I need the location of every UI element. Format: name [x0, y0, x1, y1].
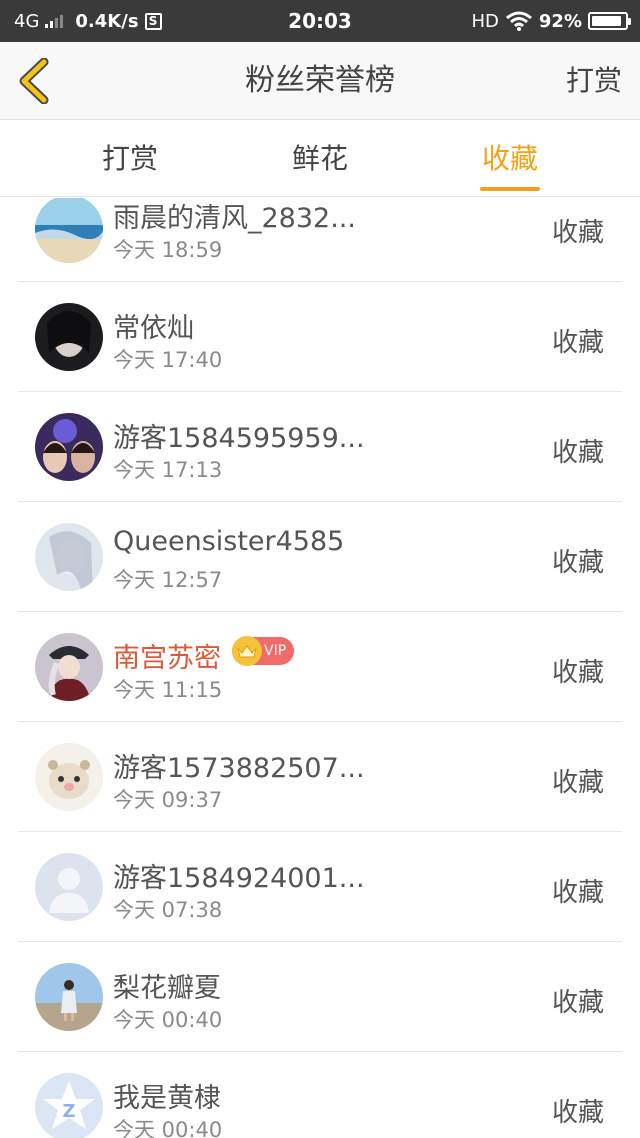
list-item[interactable]: 常依灿 今天 17:40 收藏: [0, 282, 640, 392]
fan-name: 游客1584924001...: [113, 863, 365, 894]
page-title: 粉丝荣誉榜: [245, 63, 395, 98]
status-right: HD 92%: [471, 0, 631, 42]
fan-time: 今天 09:37: [113, 788, 223, 812]
fan-time: 今天 17:40: [113, 348, 223, 372]
reward-button[interactable]: 打赏: [566, 42, 622, 120]
fan-time: 今天 00:40: [113, 1008, 223, 1032]
avatar: [35, 633, 103, 701]
list-item[interactable]: 游客1573882507... 今天 09:37 收藏: [0, 722, 640, 832]
fan-time: 今天 00:40: [113, 1118, 223, 1138]
favorite-label: 收藏: [551, 988, 604, 1018]
crown-icon: [232, 636, 262, 666]
avatar: [35, 198, 103, 263]
favorite-label: 收藏: [551, 768, 604, 798]
fan-name: 梨花瓣夏: [113, 973, 221, 1004]
avatar: [35, 963, 103, 1031]
favorite-label: 收藏: [551, 658, 604, 688]
tab-reward[interactable]: 打赏: [60, 121, 200, 197]
fan-time: 今天 18:59: [113, 238, 223, 262]
favorite-label: 收藏: [551, 878, 604, 908]
list-item[interactable]: Z 我是黄棣 今天 00:40 收藏: [0, 1052, 640, 1138]
list-item[interactable]: Queensister4585 今天 12:57 收藏: [0, 502, 640, 612]
fan-name: 南宫苏密: [113, 643, 221, 674]
list-item[interactable]: 梨花瓣夏 今天 00:40 收藏: [0, 942, 640, 1052]
avatar: [35, 743, 103, 811]
battery-icon: [588, 12, 631, 30]
fan-time: 今天 11:15: [113, 678, 223, 702]
vip-label: VIP: [264, 643, 287, 659]
default-avatar-icon: [35, 853, 103, 921]
tab-bar: 打赏 鲜花 收藏: [0, 121, 640, 197]
app-header: 粉丝荣誉榜 打赏: [0, 42, 640, 120]
fan-name: 游客1584595959...: [113, 423, 365, 454]
list-item[interactable]: 雨晨的清风_2832... 今天 18:59 收藏: [0, 198, 640, 282]
battery-fill: [592, 16, 622, 26]
wifi-icon: [505, 11, 532, 31]
favorite-label: 收藏: [551, 328, 604, 358]
favorite-label: 收藏: [551, 548, 604, 578]
avatar: [35, 523, 103, 591]
fan-time: 今天 17:13: [113, 458, 223, 482]
fan-name: 游客1573882507...: [113, 753, 365, 784]
fan-name: Queensister4585: [113, 526, 345, 557]
fan-list: 雨晨的清风_2832... 今天 18:59 收藏 常依灿 今天 17:40 收…: [0, 198, 640, 1138]
vip-badge: VIP: [232, 636, 295, 666]
fan-time: 今天 12:57: [113, 568, 223, 592]
favorite-label: 收藏: [551, 218, 604, 248]
svg-text:Z: Z: [62, 1101, 75, 1122]
list-item[interactable]: 南宫苏密 VIP 今天 11:15 收藏: [0, 612, 640, 722]
fan-name: 我是黄棣: [113, 1083, 221, 1114]
status-bar: 4G 0.4K/s S 20:03 HD 92%: [0, 0, 640, 42]
list-item[interactable]: 游客1584595959... 今天 17:13 收藏: [0, 392, 640, 502]
fan-name: 雨晨的清风_2832...: [113, 203, 356, 234]
avatar: [35, 413, 103, 481]
battery-percent: 92%: [538, 10, 582, 32]
fan-time: 今天 07:38: [113, 898, 223, 922]
list-item[interactable]: 游客1584924001... 今天 07:38 收藏: [0, 832, 640, 942]
fan-name: 常依灿: [113, 313, 194, 344]
favorite-label: 收藏: [551, 438, 604, 468]
avatar: Z: [35, 1073, 103, 1138]
hd-indicator: HD: [471, 10, 499, 32]
avatar: [35, 303, 103, 371]
favorite-label: 收藏: [551, 1098, 604, 1128]
tab-flowers[interactable]: 鲜花: [250, 121, 390, 197]
tab-favorites[interactable]: 收藏: [440, 121, 580, 197]
